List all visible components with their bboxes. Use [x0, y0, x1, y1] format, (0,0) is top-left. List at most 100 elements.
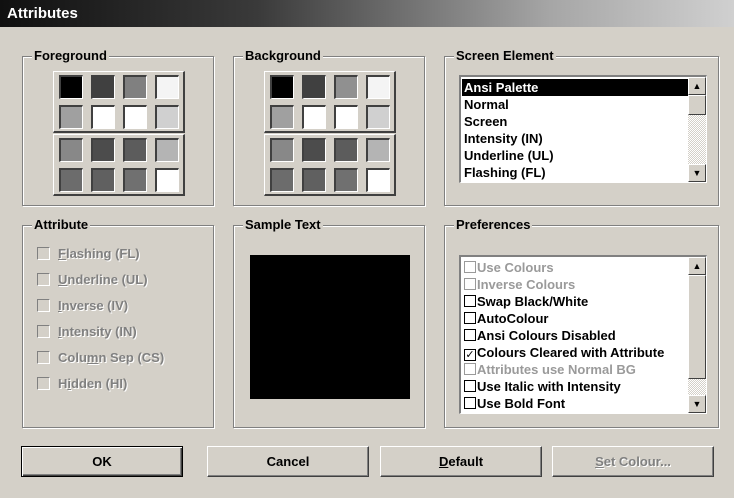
attribute-group: Attribute Flashing (FL) Underline (UL) Inv… — [22, 217, 214, 428]
checkbox-icon[interactable] — [37, 351, 50, 364]
screen-element-items: Ansi Palette Normal Screen Intensity (IN) Un… — [462, 79, 688, 181]
checkbox-icon[interactable] — [37, 299, 50, 312]
checkbox-icon[interactable] — [464, 329, 476, 341]
preference-item[interactable]: Inverse Colours — [462, 276, 688, 293]
screen-element-item[interactable]: Ansi Palette — [462, 79, 688, 96]
foreground-group-title: Foreground — [32, 48, 109, 63]
up-arrow-icon[interactable]: ▲ — [688, 77, 706, 95]
background-color-swatch-3[interactable] — [366, 75, 390, 99]
foreground-color-swatch-7[interactable] — [155, 105, 179, 129]
background-color-swatch-8[interactable] — [270, 138, 294, 162]
screen-element-scrollbar[interactable]: ▲ ▼ — [688, 77, 706, 182]
background-color-swatch-1[interactable] — [302, 75, 326, 99]
background-group-title: Background — [243, 48, 323, 63]
checkbox-icon[interactable] — [464, 363, 476, 375]
preference-item[interactable]: Swap Black/White — [462, 293, 688, 310]
preferences-group: Preferences Use Colours Inverse Colours Sw… — [444, 217, 719, 428]
screen-element-item[interactable]: Intensity (IN) — [462, 130, 688, 147]
set-colour-label: et Colour... — [603, 454, 671, 469]
background-color-swatch-13[interactable] — [302, 168, 326, 192]
attribute-checkbox-label: Column Sep (CS) — [58, 350, 165, 365]
preference-item[interactable]: Attributes use Normal BG — [462, 361, 688, 378]
screen-element-item[interactable]: Normal — [462, 96, 688, 113]
screen-element-group-title: Screen Element — [454, 48, 556, 63]
foreground-color-swatch-2[interactable] — [123, 75, 147, 99]
background-color-swatch-14[interactable] — [334, 168, 358, 192]
background-color-swatch-6[interactable] — [334, 105, 358, 129]
checkbox-icon[interactable] — [37, 377, 50, 390]
checkbox-icon[interactable] — [464, 380, 476, 392]
screen-element-listbox[interactable]: Ansi Palette Normal Screen Intensity (IN) Un… — [459, 75, 707, 183]
background-color-swatch-9[interactable] — [302, 138, 326, 162]
screen-element-group: Screen Element Ansi Palette Normal Screen I… — [444, 48, 719, 206]
scroll-thumb[interactable] — [688, 275, 706, 379]
cancel-button[interactable]: Cancel — [207, 446, 369, 477]
checkbox-icon[interactable] — [37, 325, 50, 338]
ok-button[interactable]: OK — [21, 446, 183, 477]
background-color-swatch-11[interactable] — [366, 138, 390, 162]
background-color-swatch-7[interactable] — [366, 105, 390, 129]
foreground-color-swatch-0[interactable] — [59, 75, 83, 99]
background-color-swatch-10[interactable] — [334, 138, 358, 162]
background-color-swatch-4[interactable] — [270, 105, 294, 129]
preference-label: Use Italic with Intensity — [477, 379, 621, 394]
foreground-color-swatch-3[interactable] — [155, 75, 179, 99]
foreground-color-swatch-12[interactable] — [59, 168, 83, 192]
checkbox-icon[interactable] — [464, 261, 476, 273]
foreground-palette — [53, 71, 185, 196]
preferences-scrollbar[interactable]: ▲ ▼ — [688, 257, 706, 413]
background-color-swatch-2[interactable] — [334, 75, 358, 99]
preference-item[interactable]: Ansi Colours Disabled — [462, 327, 688, 344]
preference-item[interactable]: ✓ Colours Cleared with Attribute — [462, 344, 688, 361]
foreground-color-swatch-5[interactable] — [91, 105, 115, 129]
background-color-swatch-0[interactable] — [270, 75, 294, 99]
preference-item[interactable]: Use Italic with Intensity — [462, 378, 688, 395]
preference-item[interactable]: Use Bold Font — [462, 395, 688, 412]
foreground-color-swatch-14[interactable] — [123, 168, 147, 192]
checkbox-icon[interactable] — [464, 397, 476, 409]
down-arrow-icon[interactable]: ▼ — [688, 164, 706, 182]
checkbox-icon[interactable] — [37, 273, 50, 286]
foreground-color-swatch-1[interactable] — [91, 75, 115, 99]
background-group: Background — [233, 48, 425, 206]
background-color-swatch-5[interactable] — [302, 105, 326, 129]
foreground-color-swatch-9[interactable] — [91, 138, 115, 162]
checkbox-icon[interactable] — [464, 312, 476, 324]
preferences-listbox[interactable]: Use Colours Inverse Colours Swap Black/Whi… — [459, 255, 707, 414]
foreground-color-swatch-15[interactable] — [155, 168, 179, 192]
preference-label: Swap Black/White — [477, 294, 589, 309]
preference-label: Inverse Colours — [477, 277, 576, 292]
screen-element-item[interactable]: Underline (UL) — [462, 147, 688, 164]
background-color-swatch-15[interactable] — [366, 168, 390, 192]
foreground-palette-block — [53, 71, 185, 133]
screen-element-item[interactable]: Flashing (FL) — [462, 164, 688, 181]
preference-label: Use Bold Font — [477, 396, 566, 411]
default-accel: D — [438, 454, 449, 469]
foreground-color-swatch-10[interactable] — [123, 138, 147, 162]
checkbox-icon[interactable] — [37, 247, 50, 260]
foreground-group: Foreground — [22, 48, 214, 206]
background-color-swatch-12[interactable] — [270, 168, 294, 192]
dialog-title: Attributes — [0, 0, 734, 27]
checkbox-icon[interactable] — [464, 295, 476, 307]
down-arrow-icon[interactable]: ▼ — [688, 395, 706, 413]
checkbox-icon[interactable] — [464, 278, 476, 290]
preference-item[interactable]: Use Colours — [462, 259, 688, 276]
screen-element-item[interactable]: Screen — [462, 113, 688, 130]
foreground-color-swatch-8[interactable] — [59, 138, 83, 162]
preference-item[interactable]: AutoColour — [462, 310, 688, 327]
foreground-color-swatch-4[interactable] — [59, 105, 83, 129]
set-colour-button[interactable]: Set Colour... — [552, 446, 714, 477]
default-button[interactable]: Default — [380, 446, 542, 477]
up-arrow-icon[interactable]: ▲ — [688, 257, 706, 275]
preference-label: Ansi Colours Disabled — [477, 328, 616, 343]
foreground-color-swatch-11[interactable] — [155, 138, 179, 162]
scroll-thumb[interactable] — [688, 95, 706, 115]
sample-text-group: Sample Text — [233, 217, 425, 428]
foreground-color-swatch-13[interactable] — [91, 168, 115, 192]
foreground-color-swatch-6[interactable] — [123, 105, 147, 129]
set-colour-accel: S — [595, 454, 604, 469]
sample-text-preview — [250, 255, 410, 399]
preferences-group-title: Preferences — [454, 217, 533, 232]
checked-box-icon[interactable]: ✓ — [464, 349, 476, 361]
